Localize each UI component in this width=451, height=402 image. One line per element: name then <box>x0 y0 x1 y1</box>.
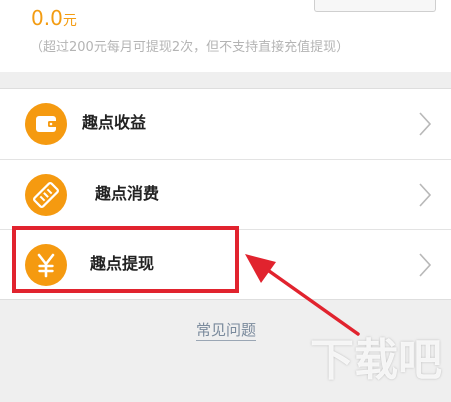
balance-amount: 0.0元 <box>31 6 77 33</box>
balance-card: 0.0元 （超过200元每月可提现2次，但不支持直接充值提现） <box>0 0 451 72</box>
menu-item-points-income[interactable]: 趣点收益 <box>0 89 451 159</box>
menu-item-label: 趣点消费 <box>95 184 160 203</box>
chevron-right-icon <box>419 183 432 207</box>
menu-item-points-spend[interactable]: 趣点消费 <box>0 159 451 229</box>
ticket-icon <box>25 174 67 216</box>
top-action-button[interactable] <box>314 0 436 12</box>
points-menu-list: 趣点收益 趣点消费 趣点提现 <box>0 88 451 300</box>
chevron-right-icon <box>419 253 432 277</box>
balance-value: 0.0 <box>31 6 63 30</box>
site-watermark: 下载吧 <box>310 335 442 386</box>
menu-item-label: 趣点收益 <box>82 113 147 132</box>
menu-item-points-withdraw[interactable]: 趣点提现 <box>0 229 451 299</box>
balance-unit: 元 <box>62 13 77 29</box>
yuan-icon <box>25 244 67 286</box>
menu-item-label: 趣点提现 <box>90 254 155 273</box>
withdraw-note: （超过200元每月可提现2次，但不支持直接充值提现） <box>30 40 350 55</box>
wallet-icon <box>25 103 67 145</box>
chevron-right-icon <box>419 112 432 136</box>
faq-link[interactable]: 常见问题 <box>196 320 257 341</box>
